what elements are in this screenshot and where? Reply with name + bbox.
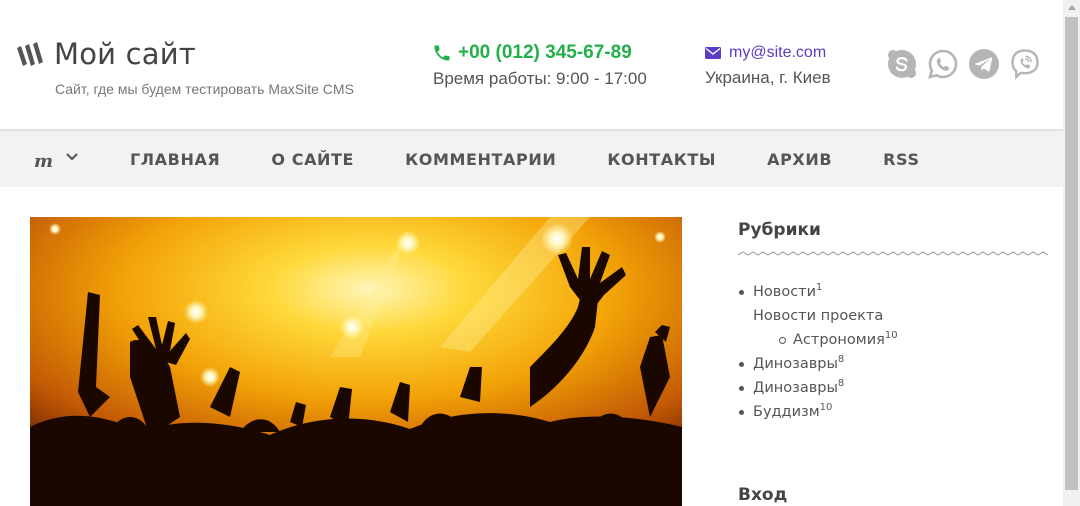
phone-icon xyxy=(434,45,450,61)
city-address: Украина, г. Киев xyxy=(705,68,831,87)
list-item: Динозавры8 xyxy=(738,352,898,376)
login-title: Вход xyxy=(738,485,788,505)
list-item: Новости проекта xyxy=(738,304,898,328)
list-item: Динозавры8 xyxy=(738,376,898,400)
site-header: Мой сайт Сайт, где мы будем тестировать … xyxy=(0,0,1063,129)
category-count: 10 xyxy=(819,402,833,413)
main-navigation: m ГЛАВНАЯ О САЙТЕ КОММЕНТАРИИ КОНТАКТЫ А… xyxy=(0,129,1063,187)
nav-item-home[interactable]: ГЛАВНАЯ xyxy=(130,150,220,169)
email-block: my@site.com xyxy=(705,44,826,62)
scroll-up-icon[interactable] xyxy=(1068,5,1076,10)
category-group-project-news: Новости проекта xyxy=(753,308,884,324)
viber-icon[interactable] xyxy=(1009,48,1041,80)
page-scrollbar[interactable] xyxy=(1063,0,1080,506)
chevron-down-icon[interactable] xyxy=(66,153,78,161)
envelope-icon xyxy=(705,47,721,59)
site-description: Сайт, где мы будем тестировать MaxSite C… xyxy=(55,81,354,97)
category-count: 8 xyxy=(837,354,845,365)
telegram-icon[interactable] xyxy=(968,48,1000,80)
list-item: Буддизм10 xyxy=(738,400,898,424)
nav-menu: ГЛАВНАЯ О САЙТЕ КОММЕНТАРИИ КОНТАКТЫ АРХ… xyxy=(130,150,971,169)
hero-concert-image[interactable] xyxy=(30,217,682,506)
category-link-news[interactable]: Новости xyxy=(753,284,816,300)
nav-item-contacts[interactable]: КОНТАКТЫ xyxy=(607,150,716,169)
category-count: 1 xyxy=(816,282,823,293)
categories-title: Рубрики xyxy=(738,220,821,240)
skype-icon[interactable] xyxy=(886,48,918,80)
maxsite-logo-icon[interactable] xyxy=(15,40,45,68)
scrollbar-thumb[interactable] xyxy=(1065,17,1078,490)
category-count: 8 xyxy=(837,378,845,389)
list-item: Астрономия10 xyxy=(738,328,898,352)
email-link[interactable]: my@site.com xyxy=(729,44,826,62)
social-links xyxy=(886,48,1041,80)
nav-item-comments[interactable]: КОММЕНТАРИИ xyxy=(405,150,556,169)
whatsapp-icon[interactable] xyxy=(927,48,959,80)
list-item: Новости1 xyxy=(738,280,898,304)
category-link-dinosaurs-2[interactable]: Динозавры xyxy=(753,380,838,396)
phone-block: +00 (012) 345-67-89 xyxy=(432,42,632,64)
site-title[interactable]: Мой сайт xyxy=(54,37,196,71)
nav-logo[interactable]: m xyxy=(34,151,53,172)
category-count: 10 xyxy=(884,330,898,341)
phone-number[interactable]: +00 (012) 345-67-89 xyxy=(458,42,632,64)
category-link-dinosaurs[interactable]: Динозавры xyxy=(753,356,838,372)
categories-list: Новости1 Новости проекта Астрономия10 Ди… xyxy=(738,280,898,424)
wavy-divider xyxy=(738,251,1048,256)
nav-item-rss[interactable]: RSS xyxy=(883,150,919,169)
nav-item-archive[interactable]: АРХИВ xyxy=(767,150,832,169)
category-link-astronomy[interactable]: Астрономия xyxy=(793,332,885,348)
working-hours: Время работы: 9:00 - 17:00 xyxy=(433,69,647,88)
category-link-buddhism[interactable]: Буддизм xyxy=(753,404,820,420)
nav-item-about[interactable]: О САЙТЕ xyxy=(271,150,354,169)
